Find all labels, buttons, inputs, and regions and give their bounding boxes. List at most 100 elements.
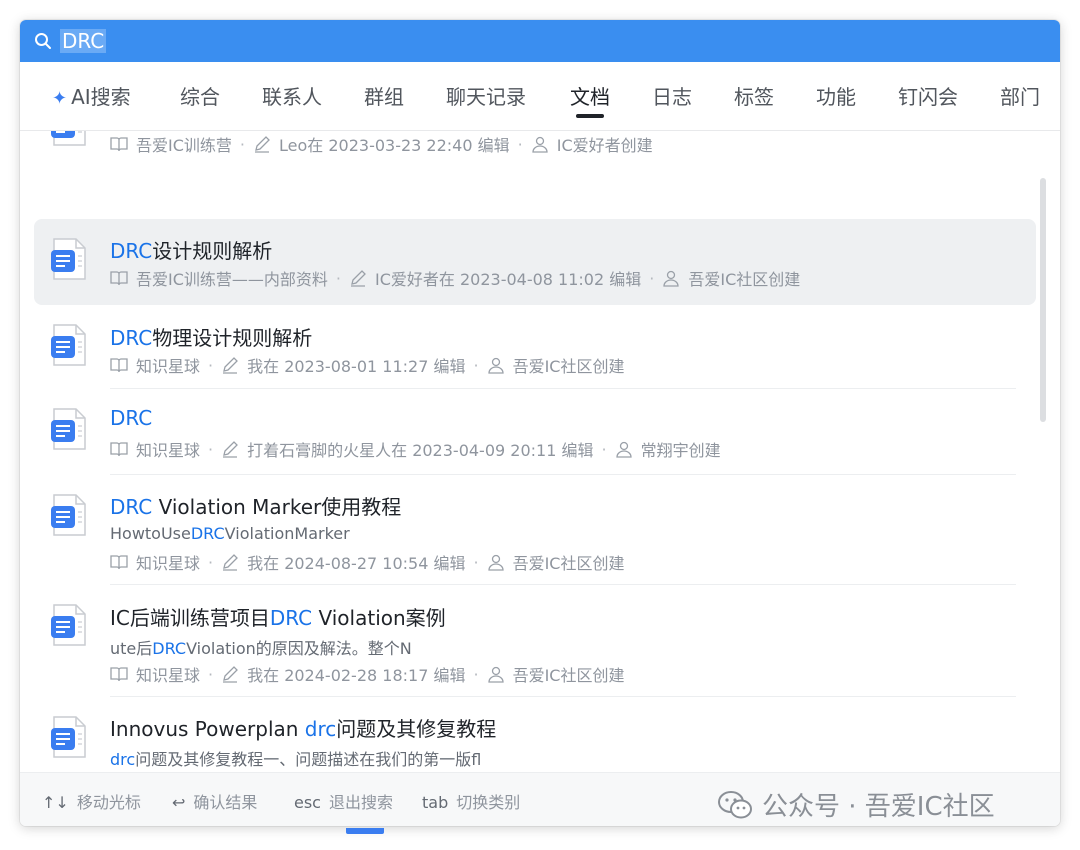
enter-return-icon: ↩ (172, 793, 186, 812)
edit-pencil-icon (221, 440, 239, 458)
meta-space: 吾爱IC训练营——内部资料 (136, 270, 328, 289)
tab-groups[interactable]: 群组 (364, 82, 404, 122)
edit-pencil-icon (349, 269, 367, 287)
hint-confirm-label: 确认结果 (193, 793, 258, 812)
user-icon (662, 269, 680, 287)
result-row[interactable]: DRC 知识星球 · 打着石膏脚的火星人在 2023-04-09 20:11 编辑 · 常… (34, 389, 1036, 475)
document-icon (51, 131, 87, 147)
search-input[interactable]: DRC (60, 29, 107, 53)
meta-separator: · (335, 268, 341, 288)
meta-separator: · (473, 664, 479, 684)
result-row[interactable]: drc吾爱IC训练营·Leo在 2023-03-23 22:40 编辑·IC爱好… (34, 131, 1036, 187)
result-meta: 吾爱IC训练营——内部资料 · IC爱好者在 2023-04-08 11:02 编辑… (110, 266, 800, 290)
snippet-hl: DRC (152, 639, 187, 658)
tab-tags[interactable]: 标签 (734, 82, 774, 122)
meta-separator: · (473, 552, 479, 572)
tab-contacts[interactable]: 联系人 (262, 82, 322, 122)
title-suffix: 设计规则解析 (152, 239, 273, 263)
title-match: drc (304, 717, 337, 741)
result-row[interactable]: DRC设计规则解析吾爱IC训练营——内部资料 · IC爱好者在 2023-04-08… (34, 219, 1036, 305)
result-meta: 知识星球 · 我在 2023-08-01 11:27 编辑 · 吾爱IC社区创建 (110, 353, 624, 377)
results-scrollbar[interactable] (1040, 178, 1046, 422)
document-icon (51, 603, 87, 647)
search-panel: DRC ✦ AI搜索 综合 联系人 群组 聊天记录 文档 日志 标签 功能 钉闪会… (20, 20, 1060, 826)
tab-ai-search[interactable]: ✦ AI搜索 (52, 82, 131, 122)
meta-space: 知识星球 (136, 357, 201, 376)
user-icon (487, 553, 505, 571)
tab-documents[interactable]: 文档 (570, 82, 610, 122)
snippet-pre: ute后 (110, 639, 153, 658)
hint-confirm: ↩ 确认结果 (172, 789, 257, 813)
result-title: IC后端训练营项目DRC Violation案例 (110, 602, 446, 631)
snippet-pre: HowtoUse (110, 524, 191, 543)
result-snippet: HowtoUseDRCViolationMarker (110, 524, 350, 543)
document-icon (51, 493, 87, 537)
background-bleed (346, 828, 1046, 850)
book-icon (110, 269, 128, 287)
snippet-post: ViolationMarker (224, 524, 350, 543)
meta-space: 知识星球 (136, 441, 201, 460)
book-icon (110, 665, 128, 683)
tab-chat-history[interactable]: 聊天记录 (446, 82, 526, 122)
result-title: DRC (110, 406, 152, 430)
meta-edited: 我在 2024-02-28 18:17 编辑 (247, 666, 466, 685)
snippet-hl: DRC (190, 524, 225, 543)
hint-tab-label: 切换类别 (456, 793, 521, 812)
result-title: DRC设计规则解析 (110, 235, 272, 264)
search-bar[interactable]: DRC (20, 20, 1060, 62)
user-icon (531, 135, 549, 153)
title-match: DRC (110, 326, 153, 350)
category-tabs: ✦ AI搜索 综合 联系人 群组 聊天记录 文档 日志 标签 功能 钉闪会 部门 (20, 82, 1060, 130)
title-suffix: 问题及其修复教程 (336, 717, 497, 741)
tab-label: AI搜索 (71, 85, 131, 109)
title-suffix: Violation Marker使用教程 (152, 495, 402, 519)
title-match: DRC (110, 495, 153, 519)
watermark-text: 公众号 · 吾爱IC社区 (762, 792, 995, 822)
title-suffix: Violation案例 (312, 606, 446, 630)
meta-separator: · (208, 355, 214, 375)
meta-edited: 我在 2023-08-01 11:27 编辑 (247, 357, 466, 376)
result-meta: 知识星球 · 打着石膏脚的火星人在 2023-04-09 20:11 编辑 · 常翔宇创… (110, 437, 721, 461)
meta-separator: · (208, 552, 214, 572)
tab-functions[interactable]: 功能 (816, 82, 856, 122)
meta-edited: IC爱好者在 2023-04-08 11:02 编辑 (375, 270, 642, 289)
hint-tab-key: tab (422, 793, 449, 812)
background-doc-icon (346, 828, 384, 834)
tab-flash-meeting[interactable]: 钉闪会 (898, 82, 958, 122)
meta-separator: · (208, 439, 214, 459)
title-match: DRC (110, 239, 153, 263)
meta-edited: Leo在 2023-03-23 22:40 编辑 (279, 136, 510, 155)
document-icon (51, 407, 87, 451)
result-row[interactable]: DRC Violation Marker使用教程 HowtoUseDRCViola… (34, 475, 1036, 585)
book-icon (110, 356, 128, 374)
result-row[interactable]: DRC物理设计规则解析 知识星球 · 我在 2023-08-01 11:27 编辑 · 吾… (34, 305, 1036, 389)
book-icon (110, 135, 128, 153)
result-row[interactable]: Innovus Powerplan drc问题及其修复教程 drc问题及其修复教程… (34, 697, 1036, 772)
meta-separator: · (208, 664, 214, 684)
tab-all[interactable]: 综合 (180, 82, 220, 122)
snippet-hl: drc (110, 750, 136, 769)
result-title: DRC Violation Marker使用教程 (110, 491, 401, 520)
tab-departments[interactable]: 部门 (1000, 82, 1040, 122)
document-icon (51, 237, 87, 281)
book-icon (110, 553, 128, 571)
hint-esc-label: 退出搜索 (328, 793, 393, 812)
meta-edited: 我在 2024-08-27 10:54 编辑 (247, 554, 466, 573)
meta-creator: 吾爱IC社区创建 (512, 554, 625, 573)
tab-logs[interactable]: 日志 (652, 82, 692, 122)
hint-move-label: 移动光标 (76, 793, 141, 812)
meta-edited: 打着石膏脚的火星人在 2023-04-09 20:11 编辑 (247, 441, 594, 460)
meta-space: 知识星球 (136, 554, 201, 573)
result-snippet: ute后DRCViolation的原因及解法。整个N (110, 635, 412, 659)
result-title: Innovus Powerplan drc问题及其修复教程 (110, 713, 496, 742)
meta-separator: · (601, 439, 607, 459)
result-row[interactable]: IC后端训练营项目DRC Violation案例 ute后DRCViolation… (34, 585, 1036, 697)
snippet-post: 问题及其修复教程一、问题描述在我们的第一版fl (135, 750, 482, 769)
result-meta: 知识星球 · 我在 2024-02-28 18:17 编辑 · 吾爱IC社区创建 (110, 662, 624, 686)
book-icon (110, 440, 128, 458)
meta-separator: · (473, 355, 479, 375)
meta-space: 吾爱IC训练营 (136, 136, 232, 155)
edit-pencil-icon (221, 553, 239, 571)
result-meta: 吾爱IC训练营 · Leo在 2023-03-23 22:40 编辑 · IC爱好者创建 (110, 132, 653, 156)
hint-esc-key: esc (294, 793, 321, 812)
